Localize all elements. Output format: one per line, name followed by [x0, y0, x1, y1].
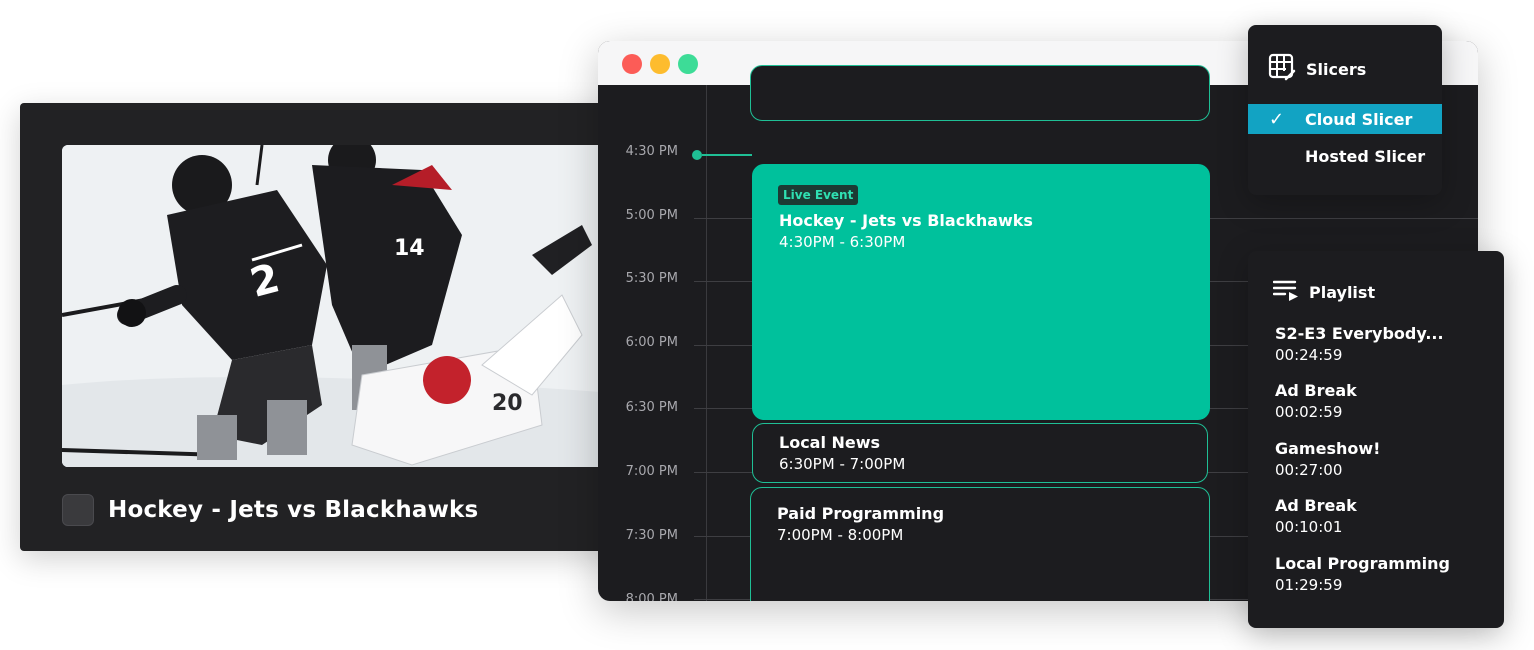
svg-text:14: 14 — [394, 236, 425, 261]
playlist-item-name: S2-E3 Everybody... — [1275, 324, 1444, 343]
playlist-item[interactable]: Ad Break 00:02:59 — [1275, 381, 1357, 421]
playlist-item-name: Ad Break — [1275, 381, 1357, 400]
playlist-item[interactable]: Ad Break 00:10:01 — [1275, 496, 1357, 536]
time-label: 8:00 PM — [625, 592, 678, 601]
slicers-title: Slicers — [1306, 59, 1367, 79]
playlist-item[interactable]: Local Programming 01:29:59 — [1275, 554, 1450, 594]
event-time: 6:30PM - 7:00PM — [779, 455, 906, 473]
slicers-header: Slicers — [1268, 53, 1366, 85]
now-marker-dot — [692, 150, 702, 160]
event-title: Paid Programming — [777, 504, 945, 523]
schedule-block-local-news[interactable]: Local News 6:30PM - 7:00PM — [752, 423, 1208, 483]
event-title: Hockey - Jets vs Blackhawks — [779, 211, 1033, 230]
minimize-window-button[interactable] — [650, 54, 670, 74]
hockey-video-thumbnail: 2 14 20 — [62, 145, 640, 467]
event-title: Local News — [779, 433, 881, 452]
playlist-item-duration: 00:27:00 — [1275, 461, 1343, 479]
playlist-panel: Playlist S2-E3 Everybody... 00:24:59 Ad … — [1248, 251, 1504, 628]
grid-edit-icon — [1268, 53, 1296, 85]
playlist-item-duration: 00:24:59 — [1275, 346, 1343, 364]
playlist-title: Playlist — [1309, 282, 1376, 302]
event-time: 7:00PM - 8:00PM — [777, 526, 904, 544]
playlist-item-name: Local Programming — [1275, 554, 1450, 573]
playlist-item[interactable]: S2-E3 Everybody... 00:24:59 — [1275, 324, 1444, 364]
schedule-block-paid-programming[interactable]: Paid Programming 7:00PM - 8:00PM — [750, 487, 1210, 601]
player-title: Hockey - Jets vs Blackhawks — [108, 497, 479, 523]
time-label: 4:30 PM — [625, 144, 678, 159]
slicer-option-label: Cloud Slicer — [1305, 109, 1413, 129]
schedule-block-live-event[interactable]: Live Event Hockey - Jets vs Blackhawks 4… — [752, 164, 1210, 420]
maximize-window-button[interactable] — [678, 54, 698, 74]
playlist-header: Playlist — [1272, 279, 1376, 305]
playlist-item-duration: 01:29:59 — [1275, 576, 1343, 594]
playlist-item-name: Gameshow! — [1275, 439, 1381, 458]
event-time: 4:30PM - 6:30PM — [779, 233, 906, 251]
slicers-panel: Slicers ✓ Cloud Slicer Hosted Slicer — [1248, 25, 1442, 195]
time-label: 7:00 PM — [625, 464, 678, 479]
live-event-badge: Live Event — [778, 185, 859, 205]
time-label: 5:00 PM — [625, 208, 678, 223]
slicer-option-cloud[interactable]: ✓ Cloud Slicer — [1248, 104, 1442, 134]
playlist-item-duration: 00:10:01 — [1275, 518, 1343, 536]
playlist-icon — [1272, 279, 1299, 305]
time-label: 6:00 PM — [625, 335, 678, 350]
video-player: 2 14 20 Hockey - Jets vs Blackhawks — [20, 103, 640, 551]
time-label: 5:30 PM — [625, 271, 678, 286]
now-marker-line — [702, 154, 752, 156]
slicer-option-label: Hosted Slicer — [1305, 146, 1426, 166]
timeline-axis — [706, 85, 707, 601]
playlist-item-duration: 00:02:59 — [1275, 403, 1343, 421]
playlist-item-name: Ad Break — [1275, 496, 1357, 515]
video-frame[interactable]: 2 14 20 — [62, 145, 640, 467]
close-window-button[interactable] — [622, 54, 642, 74]
time-label: 7:30 PM — [625, 528, 678, 543]
select-checkbox[interactable] — [62, 494, 94, 526]
checkmark-icon: ✓ — [1268, 108, 1285, 130]
svg-text:20: 20 — [492, 391, 523, 416]
playlist-item[interactable]: Gameshow! 00:27:00 — [1275, 439, 1380, 479]
schedule-block-previous[interactable] — [750, 65, 1210, 121]
time-label: 6:30 PM — [625, 400, 678, 415]
slicer-option-hosted[interactable]: Hosted Slicer — [1248, 141, 1442, 171]
